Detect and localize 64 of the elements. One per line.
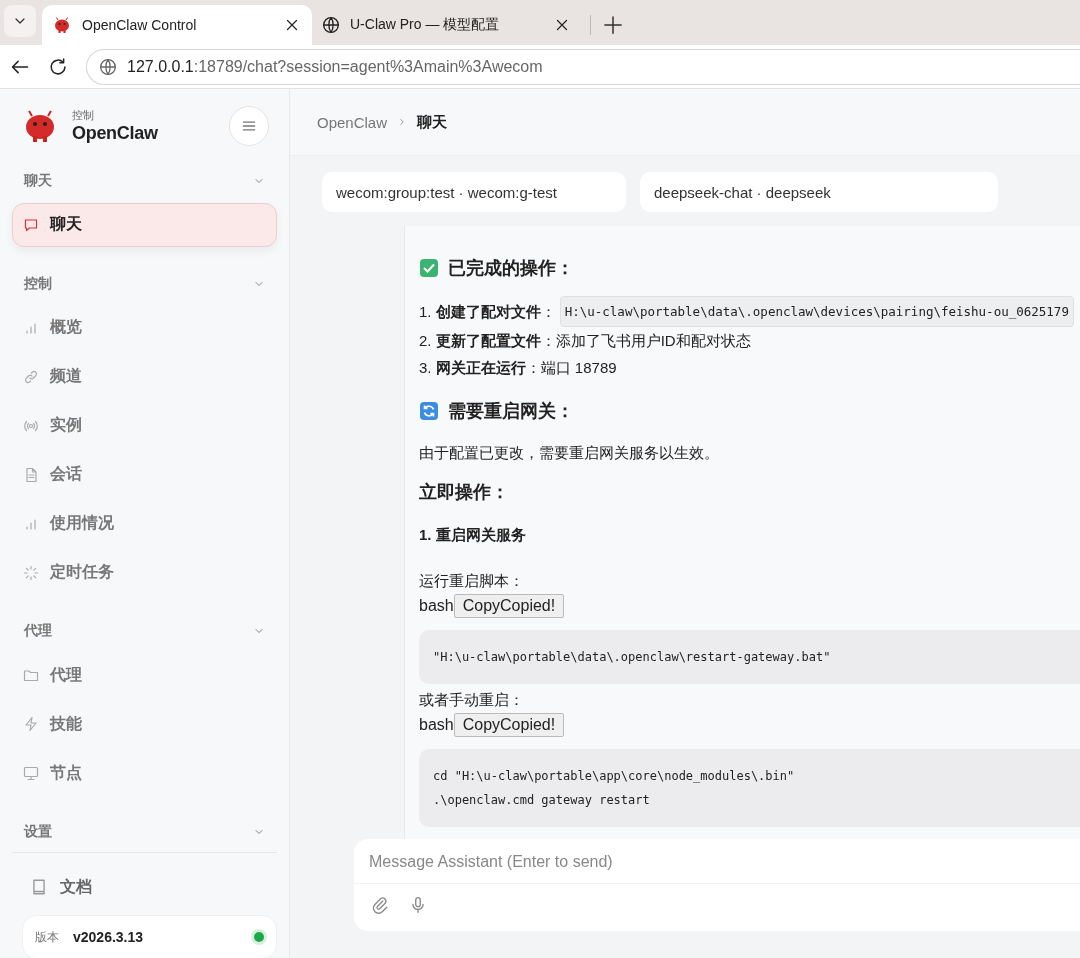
version-number: v2026.3.13 xyxy=(73,929,145,946)
nav-item[interactable]: 代理 xyxy=(12,653,277,698)
list-item-text: 3. 网关正在运行：端口 18789 xyxy=(419,358,617,378)
section-title: 设置 xyxy=(24,823,52,842)
nav-item[interactable]: 定时任务 xyxy=(12,550,277,595)
section-title: 代理 xyxy=(24,622,52,641)
docs-link[interactable]: 文档 xyxy=(12,865,277,910)
message-text: 运行重启脚本： xyxy=(419,571,525,591)
section-title: 聊天 xyxy=(24,171,52,190)
browser-tab[interactable]: U-Claw Pro — 模型配置 xyxy=(312,5,582,45)
loader-icon xyxy=(23,564,39,581)
section-title: 控制 xyxy=(24,274,52,293)
nav-item[interactable]: 聊天 xyxy=(12,202,277,247)
code-language: bash xyxy=(419,597,454,615)
version-label: 版本 xyxy=(35,928,59,946)
inline-code: H:\u-claw\portable\data\.openclaw\devices\pairing\feishu-ou_0625179 xyxy=(559,296,1074,327)
message-text: 由于配置已更改，需要重启网关服务以生效。 xyxy=(419,443,720,463)
nav-item[interactable]: 技能 xyxy=(12,702,277,747)
globe-icon xyxy=(99,57,117,76)
close-icon xyxy=(554,17,570,33)
microphone-icon xyxy=(409,896,427,914)
nav-item[interactable]: 频道 xyxy=(12,354,277,399)
section-heading: 需要重启网关： xyxy=(448,400,574,423)
document-icon xyxy=(23,466,39,483)
step-heading: 1. 重启网关服务 xyxy=(419,526,527,545)
section-heading: 立即操作： xyxy=(419,481,510,504)
brand-title: OpenClaw xyxy=(72,122,159,144)
brand-subtitle: 控制 xyxy=(72,107,95,123)
code-block: "H:\u-claw\portable\data\.openclaw\restart-gateway.bat" xyxy=(419,630,1080,684)
chat-icon xyxy=(23,216,39,233)
reload-icon xyxy=(48,56,68,77)
session-selector[interactable]: deepseek-chat · deepseek xyxy=(640,172,998,212)
message-input[interactable]: Message Assistant (Enter to send) xyxy=(354,839,1080,883)
globe-icon xyxy=(322,16,340,34)
lightning-icon xyxy=(23,716,39,733)
plus-icon xyxy=(603,15,623,35)
code-language: bash xyxy=(419,716,454,734)
list-item-text: 1. 创建了配对文件： xyxy=(419,302,556,322)
refresh-icon xyxy=(419,401,439,421)
menu-button[interactable] xyxy=(229,105,269,146)
paperclip-icon xyxy=(371,896,389,914)
monitor-icon xyxy=(23,765,39,782)
session-selector[interactable]: wecom:group:test · wecom:g-test xyxy=(322,172,626,212)
nav-item[interactable]: 实例 xyxy=(12,403,277,448)
copy-button[interactable]: CopyCopied! xyxy=(453,713,565,737)
message-text: 或者手动重启： xyxy=(419,690,525,710)
code-block: cd "H:\u-claw\portable\app\core\node_modules\.bin" .\openclaw.cmd gateway restart xyxy=(419,749,1080,827)
nav-item[interactable]: 节点 xyxy=(12,751,277,796)
browser-tab[interactable]: OpenClaw Control xyxy=(42,5,312,45)
section-heading: 已完成的操作： xyxy=(448,257,574,280)
nav-item[interactable]: 使用情况 xyxy=(12,501,277,546)
checkmark-icon xyxy=(419,258,439,278)
folder-icon xyxy=(23,667,39,684)
creature-icon xyxy=(52,15,72,35)
copy-button[interactable]: CopyCopied! xyxy=(453,594,565,618)
book-icon xyxy=(30,878,48,897)
close-icon xyxy=(284,17,300,33)
breadcrumb-item[interactable]: OpenClaw xyxy=(317,113,388,131)
list-item-text: 2. 更新了配置文件：添加了飞书用户ID和配对状态 xyxy=(419,331,751,351)
link-icon xyxy=(23,368,39,385)
nav-item[interactable]: 概览 xyxy=(12,305,277,350)
breadcrumb-item: 聊天 xyxy=(417,112,448,132)
nav-item[interactable]: 会话 xyxy=(12,452,277,497)
tab-list-button[interactable] xyxy=(4,5,36,37)
